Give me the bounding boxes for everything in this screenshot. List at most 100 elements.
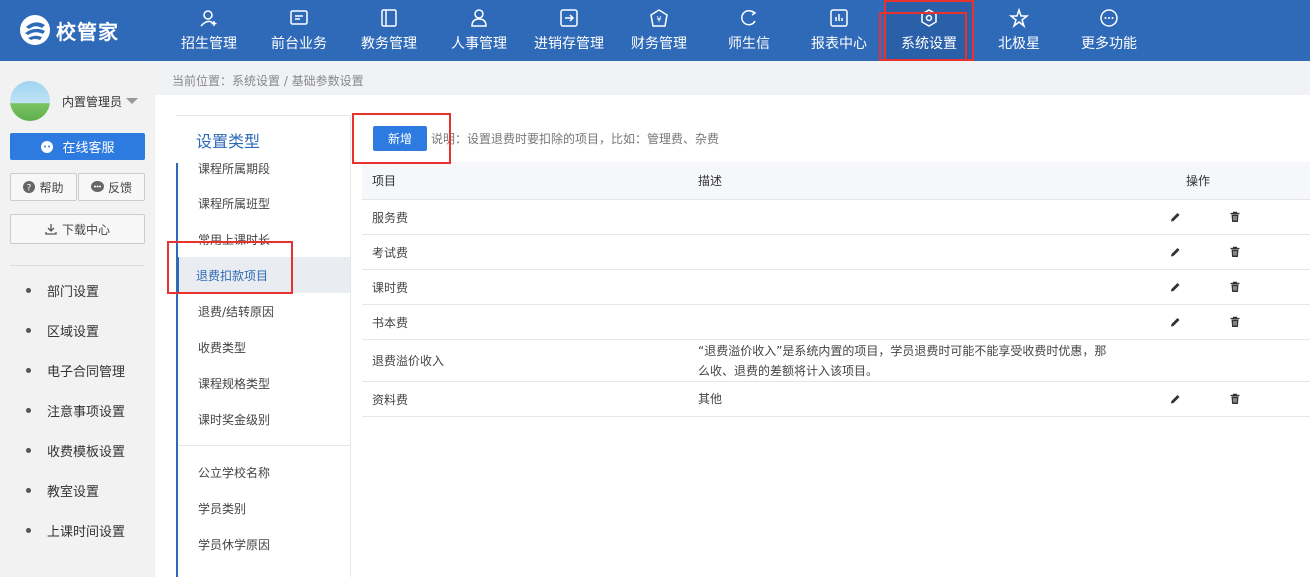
nav-item-finance[interactable]: ¥ 财务管理 xyxy=(614,0,704,61)
settings-item-bonus-level[interactable]: 课时奖金级别 xyxy=(178,401,350,437)
sidebar-item-e-contract[interactable]: 电子合同管理 xyxy=(0,350,155,390)
delete-icon[interactable] xyxy=(1230,281,1240,293)
cell-actions xyxy=(1119,382,1310,416)
nav-label: 财务管理 xyxy=(631,36,687,52)
delete-icon[interactable] xyxy=(1230,211,1240,223)
sidebar-item-department[interactable]: 部门设置 xyxy=(0,270,155,310)
sidebar-item-label: 电子合同管理 xyxy=(47,364,126,380)
sidebar-item-notices[interactable]: 注意事项设置 xyxy=(0,390,155,430)
feedback-icon xyxy=(90,181,104,192)
svg-text:?: ? xyxy=(27,184,32,194)
avatar xyxy=(10,81,50,121)
delete-icon[interactable] xyxy=(1230,316,1240,328)
svg-text:¥: ¥ xyxy=(656,15,661,24)
nav-item-polaris[interactable]: 北极星 xyxy=(974,0,1064,61)
more-icon xyxy=(1100,9,1118,27)
nav-label: 招生管理 xyxy=(181,36,237,52)
nav-item-enrollment[interactable]: 招生管理 xyxy=(164,0,254,61)
sidebar-divider xyxy=(10,265,145,266)
help-icon: ? xyxy=(23,181,36,194)
edit-icon[interactable] xyxy=(1170,282,1181,293)
table-row: 考试费 xyxy=(362,235,1310,270)
settings-item-label: 退费/结转原因 xyxy=(198,304,275,319)
nav-item-more[interactable]: 更多功能 xyxy=(1064,0,1154,61)
edit-icon[interactable] xyxy=(1170,212,1181,223)
nav-item-front-desk[interactable]: 前台业务 xyxy=(254,0,344,61)
bullet xyxy=(26,447,31,453)
download-icon xyxy=(45,224,57,235)
sidebar-item-classroom[interactable]: 教室设置 xyxy=(0,470,155,510)
edit-icon[interactable] xyxy=(1170,317,1181,328)
settings-item-student-category[interactable]: 学员类别 xyxy=(178,490,350,526)
sidebar-item-label: 收费模板设置 xyxy=(47,444,126,460)
refund-deduction-table: 项目 描述 操作 服务费 考试费 课时费 书本费 退费溢价收入 “退费溢价收入”… xyxy=(362,162,1310,417)
chat-icon xyxy=(741,9,757,26)
nav-label: 系统设置 xyxy=(901,36,957,52)
settings-item-course-spec[interactable]: 课程规格类型 xyxy=(178,365,350,401)
cell-item: 服务费 xyxy=(372,210,409,225)
help-button[interactable]: ? 帮助 xyxy=(10,173,77,201)
brand-name: 校管家 xyxy=(56,19,119,44)
cell-description: 其他 xyxy=(698,392,723,406)
nav-item-academic[interactable]: 教务管理 xyxy=(344,0,434,61)
settings-item-label: 退费扣款项目 xyxy=(196,268,269,283)
settings-item-refund-reason[interactable]: 退费/结转原因 xyxy=(178,293,350,329)
sidebar-item-label: 教室设置 xyxy=(47,484,100,500)
download-center-button[interactable]: 下载中心 xyxy=(10,214,145,244)
online-service-button[interactable]: 在线客服 xyxy=(10,133,145,160)
nav-item-inventory[interactable]: 进销存管理 xyxy=(524,0,614,61)
settings-item-lesson-duration[interactable]: 常用上课时长 xyxy=(178,221,350,257)
feedback-button[interactable]: 反馈 xyxy=(78,173,145,201)
logo-icon xyxy=(20,15,50,45)
add-button[interactable]: 新增 xyxy=(373,126,427,151)
settings-item-suspension-reason[interactable]: 学员休学原因 xyxy=(178,526,350,562)
edit-icon[interactable] xyxy=(1170,394,1181,405)
settings-item-class-type[interactable]: 课程所属班型 xyxy=(178,185,350,221)
settings-item-refund-deduction[interactable]: 退费扣款项目 xyxy=(178,257,350,293)
cell-actions xyxy=(1119,305,1310,339)
inventory-icon xyxy=(560,9,578,27)
nav-label: 前台业务 xyxy=(271,36,327,52)
settings-item-label: 课程所属期段 xyxy=(198,163,271,176)
user-profile[interactable]: 内置管理员 xyxy=(10,81,139,121)
description-note: 说明：设置退费时要扣除的项目，比如：管理费、杂费 xyxy=(431,132,720,146)
book-icon xyxy=(381,9,397,27)
top-navigation-bar: 校管家 招生管理 前台业务 教务管理 人事管理 进销存管理 ¥ 财务管理 师生信… xyxy=(0,0,1310,61)
delete-icon[interactable] xyxy=(1230,393,1240,405)
sidebar-item-label: 上课时间设置 xyxy=(47,524,126,540)
edit-icon[interactable] xyxy=(1170,247,1181,258)
nav-item-reports[interactable]: 报表中心 xyxy=(794,0,884,61)
nav-item-messaging[interactable]: 师生信 xyxy=(704,0,794,61)
nav-label: 人事管理 xyxy=(451,36,507,52)
sidebar-item-label: 注意事项设置 xyxy=(47,404,126,420)
nav-label: 教务管理 xyxy=(361,36,417,52)
nav-label: 报表中心 xyxy=(811,36,867,52)
settings-item-public-school[interactable]: 公立学校名称 xyxy=(178,454,350,490)
sidebar-item-fee-template[interactable]: 收费模板设置 xyxy=(0,430,155,470)
table-row: 服务费 xyxy=(362,200,1310,235)
settings-item-label: 学员类别 xyxy=(198,501,247,516)
column-header-item: 项目 xyxy=(372,174,397,188)
settings-icon xyxy=(921,9,937,27)
bullet xyxy=(26,287,31,293)
nav-item-hr[interactable]: 人事管理 xyxy=(434,0,524,61)
nav-item-system-settings[interactable]: 系统设置 xyxy=(884,0,974,61)
settings-item-course-period[interactable]: 课程所属期段 xyxy=(178,163,350,177)
help-label: 帮助 xyxy=(39,180,64,195)
delete-icon[interactable] xyxy=(1230,246,1240,258)
settings-item-fee-type[interactable]: 收费类型 xyxy=(178,329,350,365)
column-header-description: 描述 xyxy=(698,173,723,188)
sidebar-item-region[interactable]: 区域设置 xyxy=(0,310,155,350)
settings-item-label: 公立学校名称 xyxy=(198,465,271,480)
table-row: 资料费 其他 xyxy=(362,382,1310,417)
user-name: 内置管理员 xyxy=(62,94,123,109)
brand-logo[interactable]: 校管家 xyxy=(18,12,119,48)
sidebar-item-class-time[interactable]: 上课时间设置 xyxy=(0,510,155,550)
cell-item: 课时费 xyxy=(372,280,409,295)
cell-item: 考试费 xyxy=(372,245,409,260)
cell-item: 退费溢价收入 xyxy=(372,354,445,368)
bullet xyxy=(26,487,31,493)
left-sidebar: 内置管理员 在线客服 ? 帮助 反馈 下载中心 部门设置 区域设置 电子合同管理… xyxy=(0,61,155,577)
nav-label: 进销存管理 xyxy=(534,36,604,52)
settings-item-label: 课程所属班型 xyxy=(198,196,271,211)
